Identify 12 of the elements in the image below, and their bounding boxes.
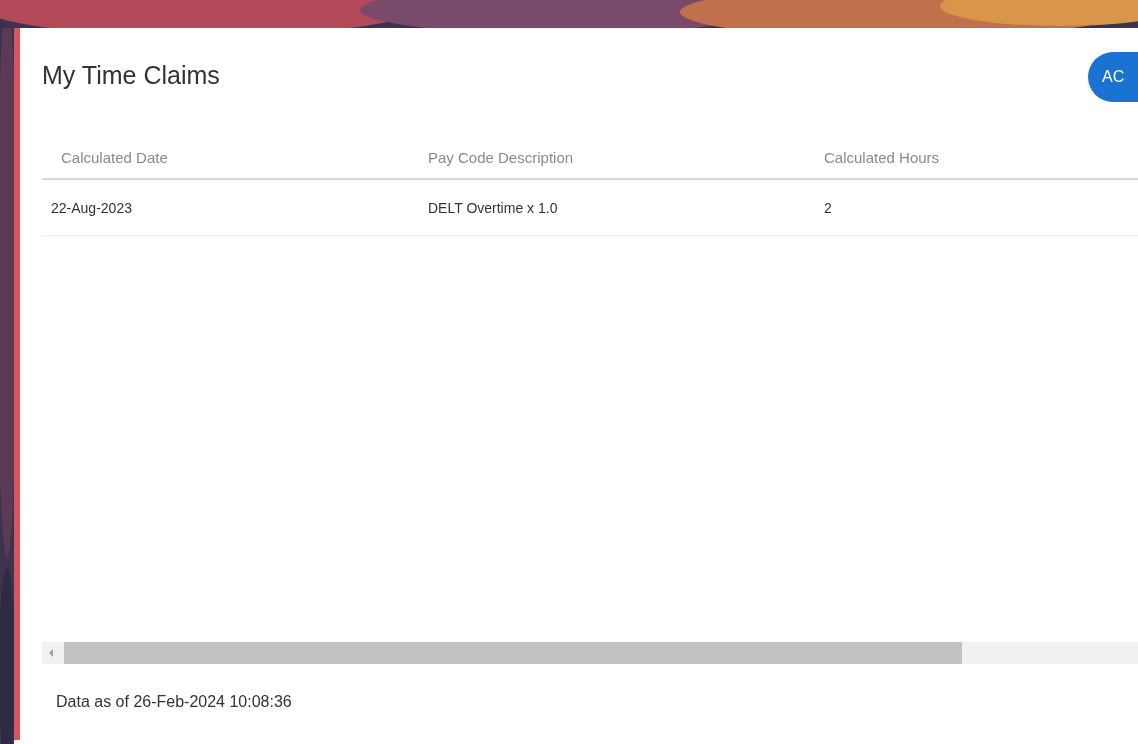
horizontal-scrollbar[interactable] — [42, 642, 1138, 664]
data-timestamp: Data as of 26-Feb-2024 10:08:36 — [56, 692, 292, 712]
column-header: Pay Code Description — [428, 149, 574, 166]
scrollbar-thumb[interactable] — [64, 642, 962, 664]
action-button[interactable]: AC — [1088, 52, 1138, 102]
card-title: My Time Claims — [42, 60, 220, 92]
column-header: Calculated Date — [61, 149, 168, 166]
table-cell: 22-Aug-2023 — [51, 199, 132, 216]
table-cell: DELT Overtime x 1.0 — [428, 199, 558, 216]
scroll-left-icon[interactable] — [48, 649, 54, 657]
column-header: Calculated Hours — [824, 149, 940, 166]
table-cell: 2 — [824, 199, 832, 216]
